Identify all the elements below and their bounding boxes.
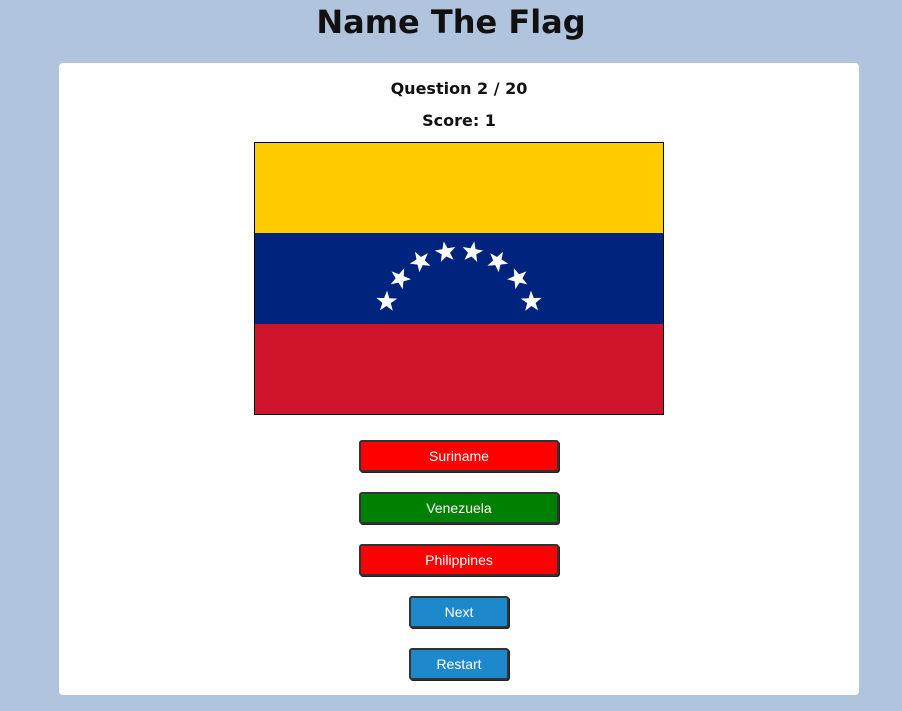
flag-stripe-red <box>254 324 664 415</box>
answer-button-philippines[interactable]: Philippines <box>359 544 559 576</box>
answer-button-suriname[interactable]: Suriname <box>359 440 559 472</box>
quiz-card: Question 2 / 20 Score: 1 Suriname Venezu… <box>59 63 859 695</box>
question-counter: Question 2 / 20 <box>390 79 528 98</box>
flag-stripe-blue <box>254 233 664 324</box>
score-display: Score: 1 <box>422 111 496 130</box>
answer-button-venezuela[interactable]: Venezuela <box>359 492 559 524</box>
venezuela-flag-icon <box>254 142 664 415</box>
flag-image <box>254 142 664 415</box>
flag-stripe-yellow <box>254 142 664 233</box>
restart-button[interactable]: Restart <box>409 648 509 680</box>
next-button[interactable]: Next <box>409 596 509 628</box>
page-title: Name The Flag <box>316 3 586 41</box>
